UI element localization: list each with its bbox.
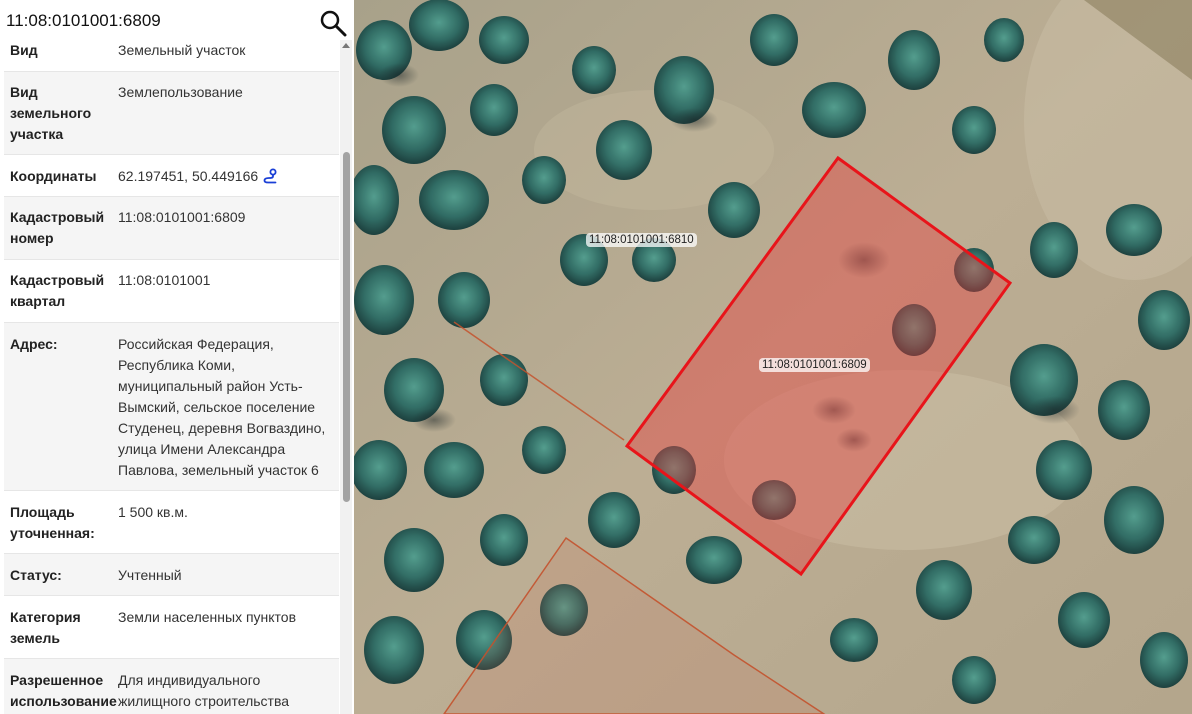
detail-label: Кадастровый квартал	[10, 272, 105, 309]
detail-row-status: Статус: Учтенный	[4, 554, 339, 596]
detail-label: Координаты	[10, 168, 97, 184]
detail-label: Вид	[10, 42, 38, 58]
detail-value: Землепользование	[118, 84, 243, 100]
detail-row-land-category: Категория земель Земли населенных пункто…	[4, 596, 339, 659]
info-panel: Вид Земельный участок Вид земельного уча…	[0, 0, 354, 714]
detail-value: 11:08:0101001	[118, 272, 211, 288]
search-icon[interactable]	[319, 9, 347, 37]
scroll-up-arrow-icon[interactable]	[342, 43, 350, 48]
map-canvas	[354, 0, 1192, 714]
parcel-label-6809[interactable]: 11:08:0101001:6809	[759, 358, 870, 372]
detail-row-cadastral-number: Кадастровый номер 11:08:0101001:6809	[4, 197, 339, 260]
detail-label: Площадь уточненная:	[10, 504, 95, 541]
detail-label: Кадастровый номер	[10, 209, 105, 246]
detail-row-address: Адрес: Российская Федерация, Республика …	[4, 323, 339, 491]
detail-value: Для индивидуального жилищного строительс…	[118, 672, 290, 709]
detail-row-area: Площадь уточненная: 1 500 кв.м.	[4, 491, 339, 554]
coordinates-text: 62.197451, 50.449166	[118, 168, 259, 184]
details-table: Вид Земельный участок Вид земельного уча…	[4, 40, 339, 714]
parcel-label-6810[interactable]: 11:08:0101001:6810	[586, 233, 697, 247]
search-bar	[4, 4, 354, 40]
scroll-thumb[interactable]	[343, 152, 350, 502]
detail-label: Категория земель	[10, 609, 81, 646]
detail-label: Вид земельного участка	[10, 84, 92, 142]
detail-value: Российская Федерация, Республика Коми, м…	[118, 336, 326, 478]
detail-value: Земли населенных пунктов	[118, 609, 297, 625]
detail-value-coordinates: 62.197451, 50.449166	[110, 166, 339, 196]
detail-value: 1 500 кв.м.	[118, 504, 188, 520]
satellite-map[interactable]: 11:08:0101001:6810 11:08:0101001:6809	[354, 0, 1192, 714]
map-route-icon[interactable]	[262, 168, 278, 184]
detail-label: Разрешенное использование	[10, 672, 117, 709]
detail-row-coordinates: Координаты 62.197451, 50.449166	[4, 155, 339, 197]
detail-value: 11:08:0101001:6809	[118, 209, 246, 225]
detail-value: Земельный участок	[118, 42, 246, 58]
detail-value: Учтенный	[118, 567, 182, 583]
search-input[interactable]	[4, 4, 306, 38]
detail-label: Статус:	[10, 567, 62, 583]
detail-row-land-type: Вид земельного участка Землепользование	[4, 72, 339, 155]
detail-row-permitted-use: Разрешенное использование Для индивидуал…	[4, 659, 339, 714]
details-scrollbar[interactable]	[340, 40, 352, 714]
detail-row-type: Вид Земельный участок	[4, 40, 339, 72]
detail-label: Адрес:	[10, 336, 58, 352]
detail-row-cadastral-quarter: Кадастровый квартал 11:08:0101001	[4, 260, 339, 323]
